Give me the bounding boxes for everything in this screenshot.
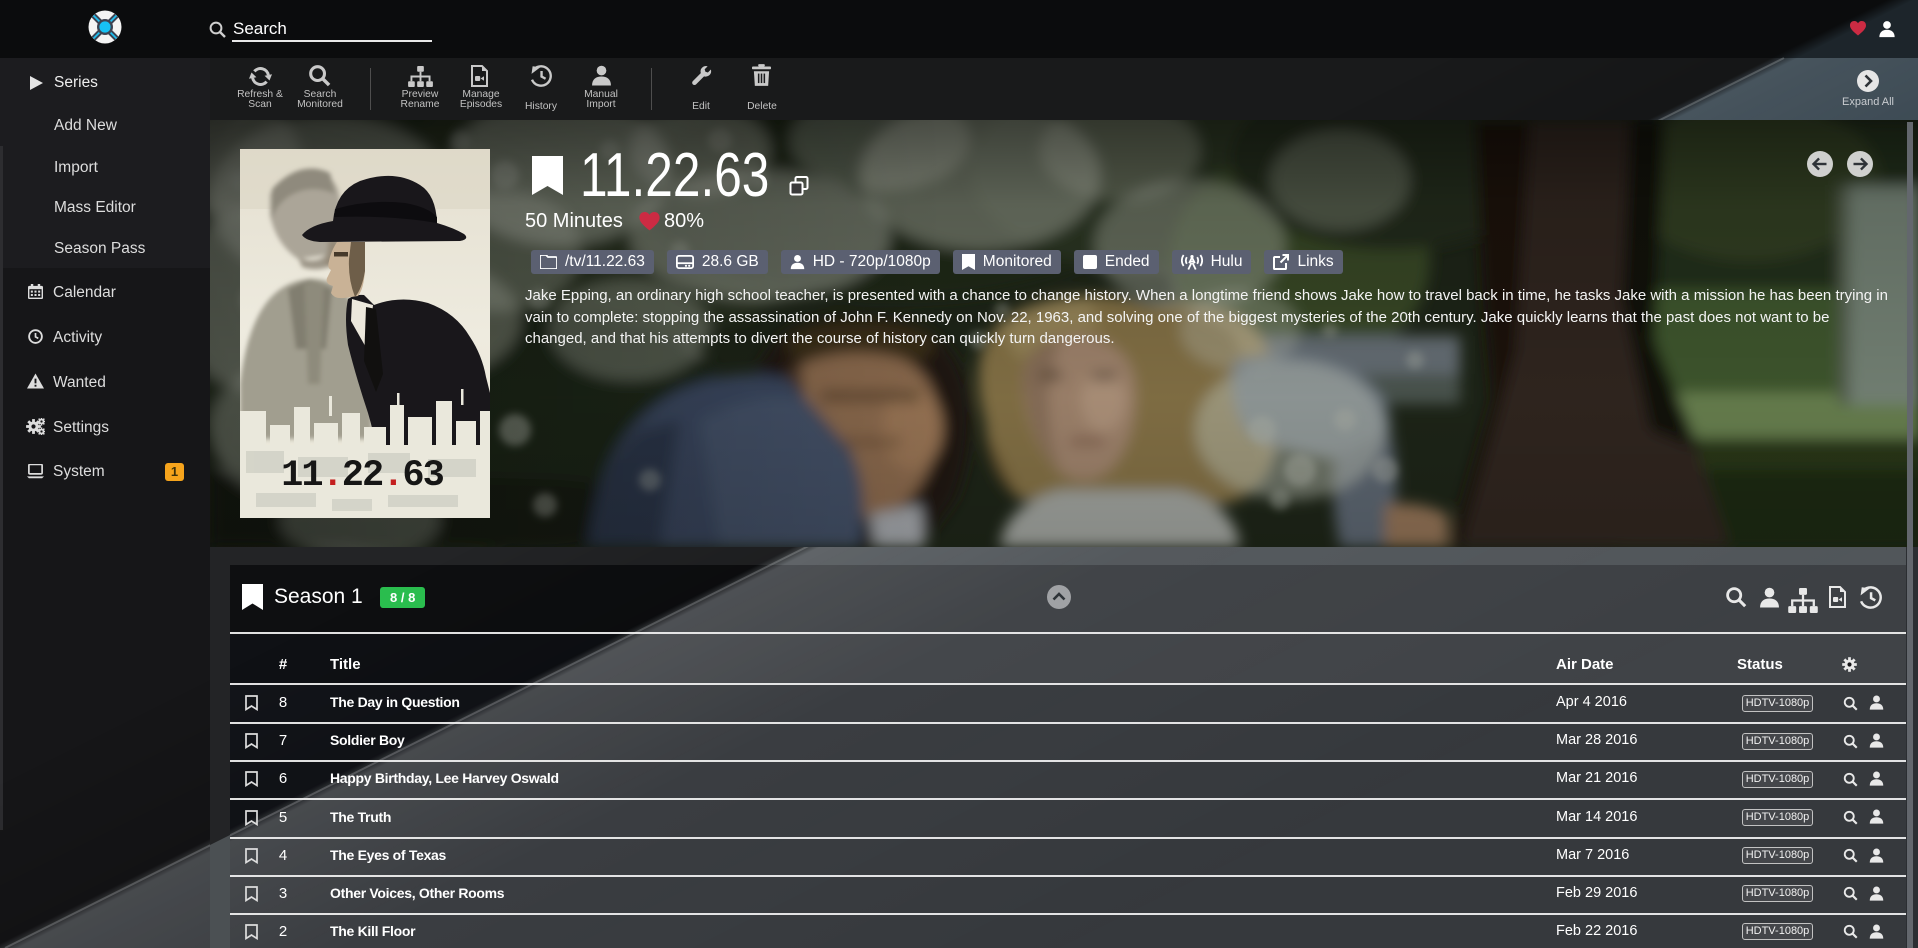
svg-text:11.22.63: 11.22.63	[281, 455, 443, 497]
